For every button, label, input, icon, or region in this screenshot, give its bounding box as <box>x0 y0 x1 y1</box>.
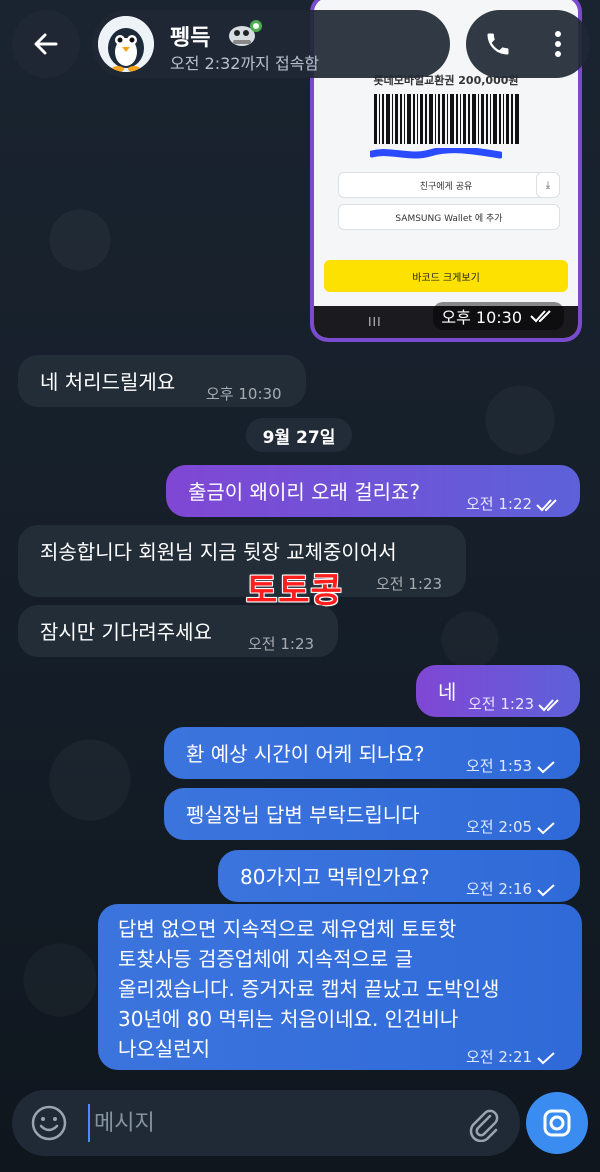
message-bubble-outgoing[interactable]: 네 오전 1:23 <box>416 665 580 717</box>
message-time: 오후 10:30 <box>206 385 282 403</box>
barcode-image <box>374 94 519 144</box>
message-line: 토찾사등 검증업체에 지속적으로 글 <box>118 947 414 971</box>
emoji-button[interactable] <box>30 1104 68 1142</box>
message-text: 답변 없으면 지속적으로 제유업체 토토핫 토찾사등 검증업체에 지속적으로 글… <box>118 914 499 1064</box>
check-icon <box>537 821 555 834</box>
message-bubble-outgoing[interactable]: 환 예상 시간이 어케 되나요? 오전 1:53 <box>164 727 580 779</box>
message-time-text: 오전 2:05 <box>466 818 533 836</box>
message-time-text: 오전 1:53 <box>466 757 533 775</box>
message-text: 출금이 왜이리 오래 걸리죠? <box>188 480 421 504</box>
message-time-text: 오전 2:21 <box>466 1048 533 1066</box>
message-bubble-incoming[interactable]: 잠시만 기다려주세요 오전 1:23 <box>18 605 338 657</box>
message-text: 80가지고 먹튀인가요? <box>240 865 430 889</box>
share-to-friend-button[interactable]: 친구에게 공유 <box>338 172 554 198</box>
paperclip-icon <box>469 1109 499 1143</box>
message-bubble-outgoing[interactable]: 80가지고 먹튀인가요? 오전 2:16 <box>218 850 580 902</box>
date-divider: 9월 27일 <box>246 418 352 452</box>
message-line: 답변 없으면 지속적으로 제유업체 토토핫 <box>118 917 457 941</box>
more-vertical-icon <box>555 31 561 57</box>
message-time: 오전 1:53 <box>466 751 556 781</box>
header-actions <box>466 10 590 78</box>
double-check-icon <box>538 698 559 711</box>
back-button[interactable] <box>12 10 80 78</box>
barcode-enlarge-label: 바코드 크게보기 <box>412 272 480 284</box>
samsung-wallet-button[interactable]: SAMSUNG Wallet 에 추가 <box>338 204 560 230</box>
message-time: 오전 2:05 <box>466 812 556 842</box>
download-icon[interactable]: ⤓ <box>536 172 560 198</box>
message-line: 올리겠습니다. 증거자료 캡처 끝났고 도박인생 <box>118 977 500 1001</box>
double-check-icon <box>530 310 551 323</box>
message-time-text: 오전 1:22 <box>466 495 533 513</box>
message-time: 오전 2:16 <box>466 874 556 904</box>
message-line: 나오실런지 <box>118 1037 210 1061</box>
penguin-sticker-icon <box>229 20 262 46</box>
chat-title-button[interactable]: 펭득 오전 2:32까지 접속함 <box>92 10 450 78</box>
last-seen-status: 오전 2:32까지 접속함 <box>170 54 320 73</box>
penguin-icon <box>98 16 154 72</box>
message-time: 오전 1:23 <box>248 635 315 653</box>
chat-header: 펭득 오전 2:32까지 접속함 <box>0 0 600 88</box>
recent-apps-icon: III <box>368 315 382 329</box>
camera-button[interactable] <box>526 1092 588 1154</box>
image-time-text: 오후 10:30 <box>441 308 522 327</box>
call-button[interactable] <box>476 22 520 66</box>
double-check-icon <box>536 498 557 511</box>
message-text: 죄송합니다 회원님 지금 뒷장 교체중이어서 <box>40 540 397 564</box>
check-icon <box>537 760 555 773</box>
message-bubble-incoming[interactable]: 네 처리드릴게요 오후 10:30 <box>18 355 306 407</box>
attach-button[interactable] <box>464 1104 502 1143</box>
message-input[interactable] <box>88 1104 448 1142</box>
chat-name: 펭득 <box>170 26 211 51</box>
camera-icon <box>543 1109 571 1137</box>
image-timestamp: 오후 10:30 <box>433 302 564 330</box>
message-bubble-outgoing[interactable]: 답변 없으면 지속적으로 제유업체 토토핫 토찾사등 검증업체에 지속적으로 글… <box>98 904 582 1070</box>
penguin-avatar[interactable] <box>98 16 154 72</box>
message-time: 오전 1:22 <box>466 489 560 519</box>
message-bubble-incoming[interactable]: 죄송합니다 회원님 지금 뒷장 교체중이어서 오전 1:23 <box>18 525 466 597</box>
check-icon <box>537 883 555 896</box>
message-text: 잠시만 기다려주세요 <box>40 620 212 644</box>
message-time: 오전 2:21 <box>466 1042 556 1072</box>
message-time: 오전 1:23 <box>468 689 562 719</box>
message-text: 네 <box>438 680 457 704</box>
smiley-icon <box>31 1105 67 1141</box>
arrow-left-icon <box>34 33 58 55</box>
message-line: 30년에 80 먹튀는 처음이네요. 인건비나 <box>118 1007 459 1031</box>
phone-icon <box>487 33 509 55</box>
message-bubble-outgoing[interactable]: 펭실장님 답변 부탁드립니다 오전 2:05 <box>164 788 580 840</box>
message-time-text: 오전 1:23 <box>468 695 535 713</box>
redaction-scribble <box>370 148 502 159</box>
barcode-enlarge-button[interactable]: 바코드 크게보기 <box>324 260 568 292</box>
check-icon <box>537 1051 555 1064</box>
more-button[interactable] <box>536 22 580 66</box>
message-text: 펭실장님 답변 부탁드립니다 <box>186 803 420 827</box>
message-time-text: 오전 2:16 <box>466 880 533 898</box>
message-bubble-outgoing[interactable]: 출금이 왜이리 오래 걸리죠? 오전 1:22 <box>166 465 580 517</box>
message-text: 네 처리드릴게요 <box>40 370 176 394</box>
message-time: 오전 1:23 <box>376 575 443 593</box>
message-composer <box>12 1090 520 1156</box>
message-text: 환 예상 시간이 어케 되나요? <box>186 742 425 766</box>
